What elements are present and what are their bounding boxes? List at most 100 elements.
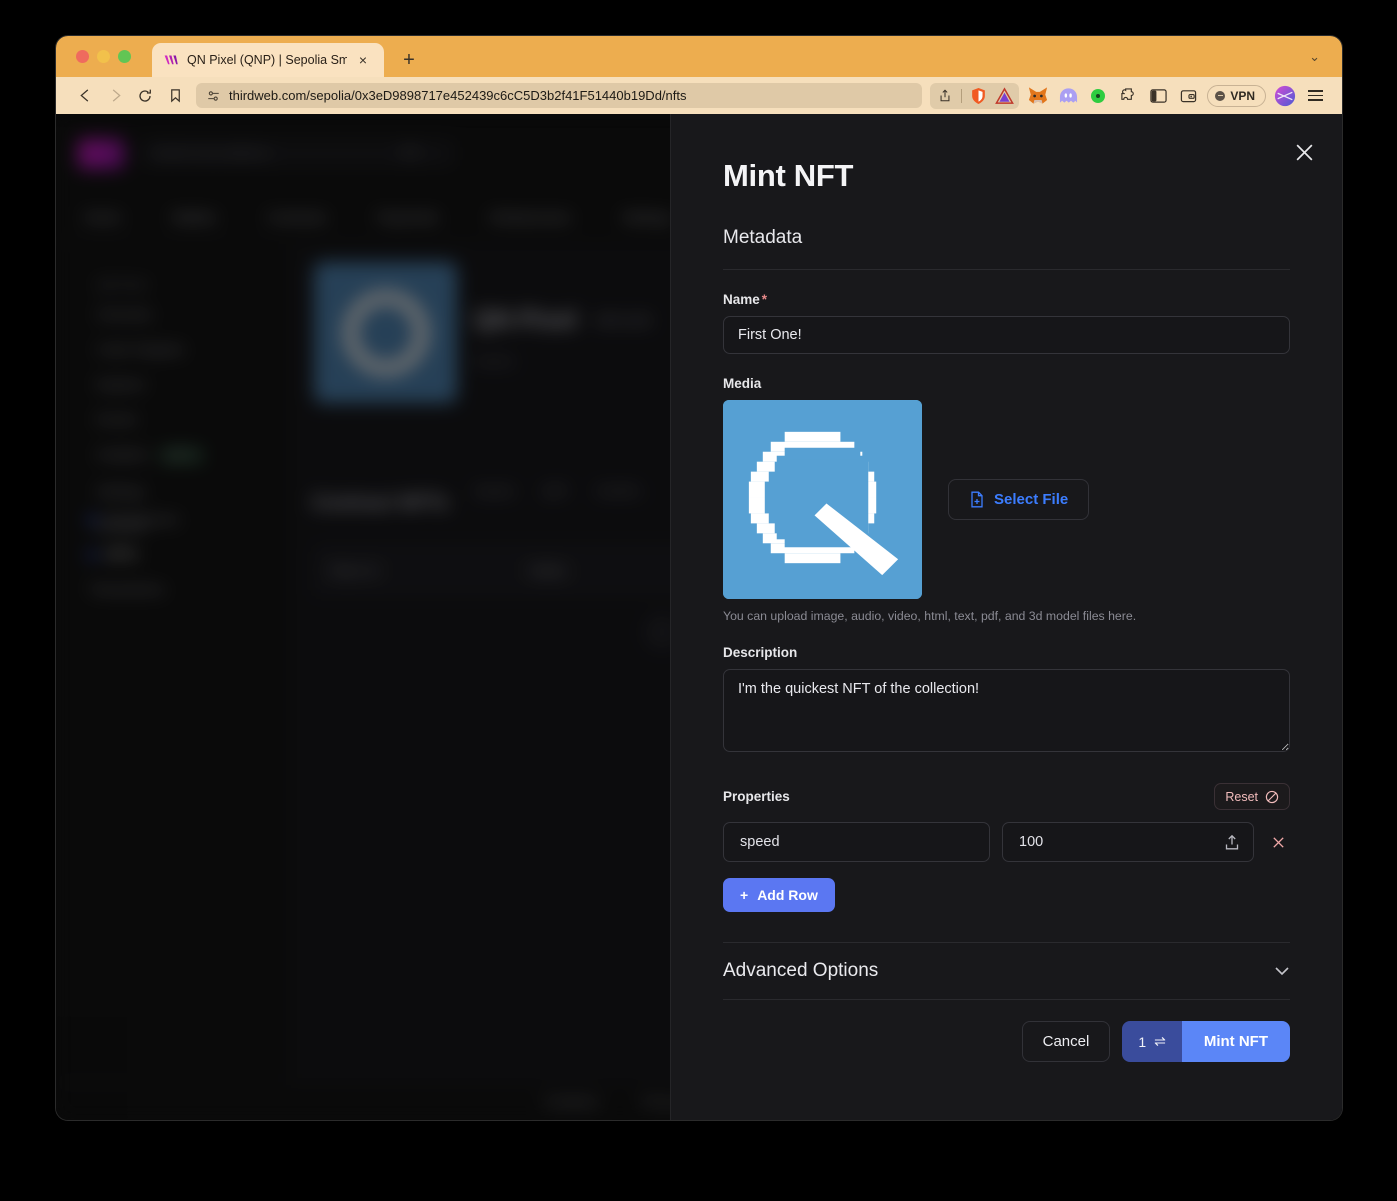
sidebar-item-events[interactable]: Events [96,412,204,427]
forward-button[interactable] [100,83,130,109]
property-row [723,822,1290,862]
maximize-window-button[interactable] [118,50,131,63]
chevron-down-icon[interactable]: ⌄ [1309,50,1320,63]
phantom-ghost-icon[interactable] [1055,83,1081,109]
vpn-status-icon [1215,90,1226,101]
mint-split-button: 1 ⇌ Mint NFT [1122,1021,1290,1062]
nav-tab-wallets[interactable]: Wallets [171,209,216,225]
browser-toolbar: thirdweb.com/sepolia/0x3eD9898717e452439… [56,77,1342,114]
modal-title: Mint NFT [723,158,854,193]
nav-tab-payments[interactable]: Payments [377,209,439,225]
browser-tab[interactable]: QN Pixel (QNP) | Sepolia Smart × [152,43,384,77]
minimize-window-button[interactable] [97,50,110,63]
puzzle-extension-icon[interactable] [1115,83,1141,109]
media-preview-image[interactable] [723,400,922,599]
green-dot-icon[interactable] [1085,83,1111,109]
close-icon [1272,836,1284,848]
contract-nfts-heading: Contract NFTs [312,492,449,514]
name-input[interactable] [723,316,1290,354]
add-row-button[interactable]: + Add Row [723,878,835,912]
contract-network: Sepolia [474,354,515,368]
table-header-media: Media [530,563,566,578]
app-nav-tabs: Home Wallets Contracts Payments Infrastr… [84,209,672,225]
upload-icon [1225,834,1239,849]
plus-icon: + [740,887,749,903]
app-logo[interactable] [78,139,124,169]
close-window-button[interactable] [76,50,89,63]
close-modal-button[interactable] [1290,138,1318,166]
close-tab-button[interactable]: × [355,52,371,68]
sidebar-panel-icon[interactable] [1145,83,1171,109]
advanced-divider-bottom [723,999,1290,1000]
sidebar-item-code-snippets[interactable]: Code Snippets [96,342,204,357]
vpn-label: VPN [1230,88,1255,103]
wallet-icon[interactable] [1175,83,1201,109]
sidebar-item-settings[interactable]: Settings [96,484,204,499]
contract-title: QN Pixel [474,306,577,334]
description-textarea[interactable] [723,669,1290,752]
profile-avatar[interactable] [1272,83,1298,109]
select-file-button[interactable]: Select File [948,479,1090,520]
sidebar-item-permissions[interactable]: Permissions [88,512,180,527]
property-value-wrapper [1002,822,1254,862]
contract-meta: Sepolia QNP 0x3eD9... [474,484,647,498]
browser-tab-title: QN Pixel (QNP) | Sepolia Smart [187,53,347,67]
sidebar-item-transactions[interactable]: Transactions [88,582,180,597]
global-search-shortcut: ⌘K [401,145,422,159]
contract-meta-address: 0x3eD9... [596,484,648,498]
reset-properties-button[interactable]: Reset [1214,783,1290,810]
browser-tab-strip: QN Pixel (QNP) | Sepolia Smart × + ⌄ [56,36,1342,77]
media-upload-hint: You can upload image, audio, video, html… [723,609,1137,623]
share-icon[interactable] [932,83,958,109]
site-settings-icon[interactable] [206,89,221,103]
sidebar-item-label: NFTs [106,547,138,562]
nav-tab-infrastructure[interactable]: Infrastructure [489,209,571,225]
browser-window: QN Pixel (QNP) | Sepolia Smart × + ⌄ thi… [56,36,1342,1120]
brave-shield-icon[interactable] [965,83,991,109]
mint-nft-button[interactable]: Mint NFT [1181,1021,1290,1062]
address-bar[interactable]: thirdweb.com/sepolia/0x3eD9898717e452439… [196,83,923,108]
modal-footer-actions: Cancel 1 ⇌ Mint NFT [723,1021,1290,1062]
properties-header: Properties Reset [723,783,1290,810]
mint-quantity-value: 1 [1138,1033,1147,1050]
description-field-label: Description [723,645,798,660]
nav-tab-contracts[interactable]: Contracts [267,209,327,225]
property-key-input[interactable] [723,822,990,862]
remove-property-button[interactable] [1266,830,1290,854]
bookmark-button[interactable] [160,83,190,109]
mint-quantity-selector[interactable]: 1 ⇌ [1122,1021,1182,1062]
back-arrow-icon [79,89,88,102]
advanced-options-toggle[interactable]: Advanced Options [723,943,1290,999]
property-value-input[interactable] [1002,822,1254,862]
sidebar-item-nfts[interactable]: NFTs [88,547,180,562]
nav-tab-settings[interactable]: Settings [621,209,672,225]
address-bar-url: thirdweb.com/sepolia/0x3eD9898717e452439… [229,88,687,103]
no-entry-icon [1265,790,1279,803]
footer-link-feedback[interactable]: Feedback [544,1095,599,1109]
property-upload-button[interactable] [1220,830,1244,854]
sidebar-nav-secondary: Permissions NFTs Transactions [88,512,180,597]
brave-extension-group [930,82,1020,109]
brave-rewards-icon[interactable] [991,83,1017,109]
metamask-fox-icon[interactable] [1025,83,1051,109]
cancel-button[interactable]: Cancel [1021,1021,1111,1062]
table-header-token-id: Token Id [328,563,378,578]
reload-button[interactable] [130,83,160,109]
browser-menu-button[interactable] [1302,83,1328,109]
sidebar-item-explorer[interactable]: Explorer [96,377,204,392]
new-tab-button[interactable]: + [398,49,420,71]
contract-image [314,262,457,403]
sidebar-item-analytics[interactable]: Analytics BETA [96,447,205,464]
contract-standard-chip: ERC1155 [596,313,652,328]
window-traffic-lights [76,50,131,63]
nav-tab-home[interactable]: Home [84,209,121,225]
vpn-button[interactable]: VPN [1207,84,1266,107]
file-plus-icon [971,491,983,508]
bullet-icon [88,550,96,559]
back-button[interactable] [70,83,100,109]
contract-meta-network: Sepolia [474,484,515,498]
close-icon [1296,144,1312,160]
add-row-label: Add Row [757,887,818,903]
contract-meta-symbol: QNP [542,484,569,498]
sidebar-item-overview[interactable]: Overview [96,307,204,322]
